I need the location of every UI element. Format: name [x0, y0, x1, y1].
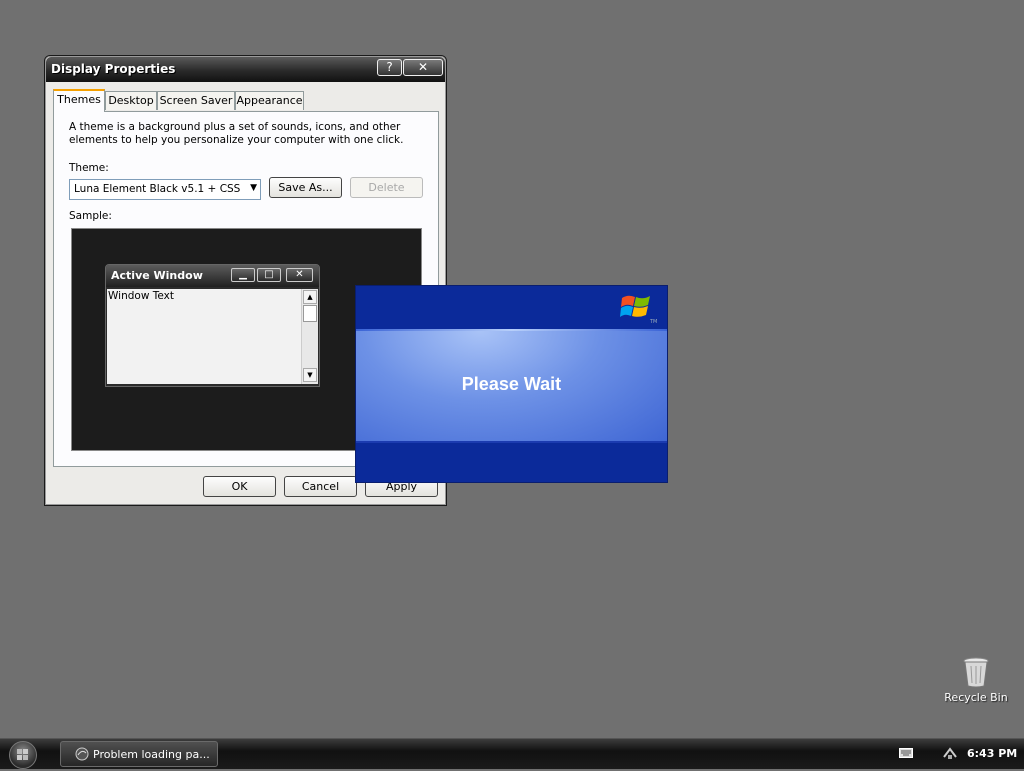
start-button[interactable]	[9, 741, 37, 769]
trademark-mark: TM	[650, 319, 658, 325]
taskbar-item-browser[interactable]: Problem loading pa...	[60, 741, 218, 767]
recycle-bin-icon	[963, 657, 989, 688]
minimize-icon: ▁	[231, 268, 255, 282]
sample-window-title-bar: Active Window ▁ □ ✕	[106, 265, 319, 287]
sample-active-window: Active Window ▁ □ ✕ Window Text ▲ ▼	[105, 264, 320, 387]
windows-orb-icon	[17, 749, 28, 760]
firefox-icon	[75, 747, 89, 761]
cancel-button[interactable]: Cancel	[284, 476, 357, 497]
close-icon: ✕	[286, 268, 313, 282]
sample-window-body: Window Text ▲ ▼	[107, 289, 318, 384]
recycle-bin[interactable]: Recycle Bin	[940, 656, 1012, 704]
close-button[interactable]: ✕	[403, 59, 443, 76]
network-icon[interactable]	[942, 745, 958, 761]
keyboard-icon[interactable]	[899, 748, 913, 758]
save-as-button[interactable]: Save As...	[269, 177, 342, 198]
help-button[interactable]: ?	[377, 59, 402, 76]
taskbar-item-label: Problem loading pa...	[93, 748, 210, 761]
tab-appearance[interactable]: Appearance	[235, 91, 304, 110]
theme-select[interactable]: Luna Element Black v5.1 + CSS ▼	[69, 179, 261, 200]
tab-screen-saver[interactable]: Screen Saver	[157, 91, 235, 110]
please-wait-splash: TM Please Wait	[355, 285, 668, 483]
taskbar: Problem loading pa... 6:43 PM	[0, 738, 1024, 769]
maximize-icon: □	[257, 268, 281, 282]
sample-label: Sample:	[69, 210, 112, 222]
recycle-bin-label: Recycle Bin	[944, 691, 1008, 704]
windows-flag-icon	[620, 295, 650, 317]
sample-scrollbar: ▲ ▼	[301, 289, 318, 384]
taskbar-clock[interactable]: 6:43 PM	[967, 747, 1017, 760]
theme-label: Theme:	[69, 162, 109, 174]
tab-desktop[interactable]: Desktop	[105, 91, 157, 110]
scroll-down-icon: ▼	[303, 368, 317, 382]
sample-window-text: Window Text	[108, 290, 174, 302]
scroll-thumb	[303, 305, 317, 322]
chevron-down-icon[interactable]: ▼	[250, 183, 257, 193]
tab-themes[interactable]: Themes	[53, 89, 105, 112]
dialog-title: Display Properties	[51, 62, 176, 76]
theme-select-value: Luna Element Black v5.1 + CSS	[74, 183, 241, 195]
sample-window-title: Active Window	[111, 269, 203, 282]
dialog-title-bar[interactable]: Display Properties ? ✕	[46, 57, 445, 82]
theme-description: A theme is a background plus a set of so…	[69, 121, 404, 146]
delete-button[interactable]: Delete	[350, 177, 423, 198]
please-wait-text: Please Wait	[461, 374, 562, 394]
ok-button[interactable]: OK	[203, 476, 276, 497]
splash-bottom-band	[356, 443, 667, 482]
scroll-up-icon: ▲	[303, 290, 317, 304]
